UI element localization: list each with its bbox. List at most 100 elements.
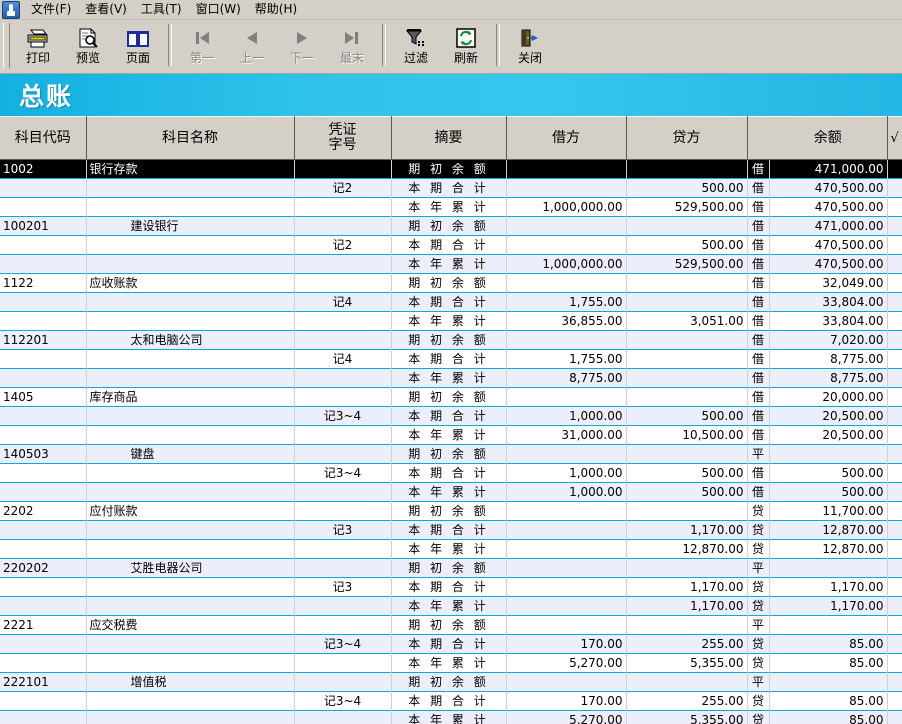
cell-abstract: 本 年 累 计 <box>391 539 507 559</box>
table-row[interactable]: 本 年 累 计 1,000.00 500.00 借 500.00 <box>0 482 902 502</box>
cell-direction: 贷 <box>747 596 770 616</box>
cell-account-code: 220202 <box>0 558 87 578</box>
menu-window[interactable]: 窗口(W) <box>189 1 248 19</box>
table-row[interactable]: 100201 建设银行 期 初 余 额 借 471,000.00 <box>0 216 902 236</box>
cell-abstract: 期 初 余 额 <box>391 672 507 692</box>
cell-abstract: 本 年 累 计 <box>391 254 507 274</box>
table-row[interactable]: 记3~4 本 期 合 计 1,000.00 500.00 借 500.00 <box>0 463 902 483</box>
cell-balance: 470,500.00 <box>769 197 888 217</box>
cell-check-mark <box>887 311 902 331</box>
cell-credit <box>626 330 748 350</box>
toolbar-button-label: 关闭 <box>517 51 542 65</box>
toolbar-button-page-setup[interactable]: 页面 <box>113 22 163 71</box>
menu-file[interactable]: 文件(F) <box>24 1 78 19</box>
toolbar-button-printer[interactable]: 打印 <box>13 22 63 71</box>
table-row[interactable]: 本 年 累 计 12,870.00 贷 12,870.00 <box>0 539 902 559</box>
cell-debit: 5,270.00 <box>506 653 627 673</box>
column-header-debit[interactable]: 借方 <box>506 116 627 160</box>
table-row[interactable]: 1002 银行存款 期 初 余 额 借 471,000.00 <box>0 159 902 179</box>
table-row[interactable]: 本 年 累 计 5,270.00 5,355.00 贷 85.00 <box>0 653 902 673</box>
cell-abstract: 本 期 合 计 <box>391 634 507 654</box>
column-header-abstract[interactable]: 摘要 <box>391 116 507 160</box>
cell-account-name <box>86 691 295 711</box>
table-row[interactable]: 1405 库存商品 期 初 余 额 借 20,000.00 <box>0 387 902 407</box>
menu-help[interactable]: 帮助(H) <box>248 1 304 19</box>
cell-account-code <box>0 254 87 274</box>
cell-account-code: 2202 <box>0 501 87 521</box>
toolbar-button-label: 上一 <box>239 51 264 65</box>
column-header-name[interactable]: 科目名称 <box>86 116 295 160</box>
table-row[interactable]: 本 年 累 计 5,270.00 5,355.00 贷 85.00 <box>0 710 902 724</box>
table-row[interactable]: 1122 应收账款 期 初 余 额 借 32,049.00 <box>0 273 902 293</box>
cell-debit: 8,775.00 <box>506 368 627 388</box>
table-row[interactable]: 记4 本 期 合 计 1,755.00 借 8,775.00 <box>0 349 902 369</box>
cell-voucher-no: 记3 <box>293 577 392 597</box>
cell-check-mark <box>887 444 902 464</box>
table-row[interactable]: 220202 艾胜电器公司 期 初 余 额 平 <box>0 558 902 578</box>
cell-account-code <box>0 710 87 724</box>
table-row[interactable]: 140503 键盘 期 初 余 额 平 <box>0 444 902 464</box>
cell-direction: 借 <box>747 178 770 198</box>
cell-credit <box>626 558 748 578</box>
toolbar-button-refresh[interactable]: 刷新 <box>441 22 491 71</box>
cell-debit <box>506 216 627 236</box>
cell-balance: 470,500.00 <box>769 235 888 255</box>
cell-direction: 贷 <box>747 634 770 654</box>
table-row[interactable]: 本 年 累 计 1,000,000.00 529,500.00 借 470,500.00 <box>0 254 902 274</box>
cell-balance: 8,775.00 <box>769 349 888 369</box>
table-row[interactable]: 222101 增值税 期 初 余 额 平 <box>0 672 902 692</box>
toolbar-button-print-preview[interactable]: 预览 <box>63 22 113 71</box>
column-header-check[interactable]: √ <box>887 116 902 160</box>
table-row[interactable]: 本 年 累 计 31,000.00 10,500.00 借 20,500.00 <box>0 425 902 445</box>
column-header-code[interactable]: 科目代码 <box>0 116 87 160</box>
column-header-balance[interactable]: 余额 <box>769 116 888 160</box>
table-row[interactable]: 记3~4 本 期 合 计 1,000.00 500.00 借 20,500.00 <box>0 406 902 426</box>
toolbar-button-filter[interactable]: 过滤 <box>391 22 441 71</box>
cell-account-code: 140503 <box>0 444 87 464</box>
table-row[interactable]: 记3~4 本 期 合 计 170.00 255.00 贷 85.00 <box>0 691 902 711</box>
column-header-credit[interactable]: 贷方 <box>626 116 748 160</box>
table-row[interactable]: 记3 本 期 合 计 1,170.00 贷 12,870.00 <box>0 520 902 540</box>
cell-direction: 贷 <box>747 539 770 559</box>
page-banner: 总账 <box>0 74 902 116</box>
cell-check-mark <box>887 691 902 711</box>
toolbar-button-exit-door[interactable]: 关闭 <box>505 22 555 71</box>
cell-credit: 500.00 <box>626 235 748 255</box>
table-row[interactable]: 本 年 累 计 36,855.00 3,051.00 借 33,804.00 <box>0 311 902 331</box>
cell-debit: 1,755.00 <box>506 349 627 369</box>
menu-view[interactable]: 查看(V) <box>78 1 134 19</box>
cell-debit <box>506 273 627 293</box>
table-row[interactable]: 记2 本 期 合 计 500.00 借 470,500.00 <box>0 235 902 255</box>
cell-voucher-no: 记3~4 <box>293 691 392 711</box>
cell-credit <box>626 501 748 521</box>
table-row[interactable]: 记3 本 期 合 计 1,170.00 贷 1,170.00 <box>0 577 902 597</box>
cell-balance: 32,049.00 <box>769 273 888 293</box>
cell-check-mark <box>887 349 902 369</box>
table-row[interactable]: 本 年 累 计 8,775.00 借 8,775.00 <box>0 368 902 388</box>
app-icon <box>2 0 20 19</box>
ledger-grid-container[interactable]: 科目代码 科目名称 凭证 字号 摘要 借方 贷方 余额 √ 1002 银行存款期 初 余 额借 47… <box>0 116 902 724</box>
toolbar-grip[interactable] <box>3 23 10 68</box>
table-row[interactable]: 记3~4 本 期 合 计 170.00 255.00 贷 85.00 <box>0 634 902 654</box>
cell-abstract: 本 期 合 计 <box>391 520 507 540</box>
cell-account-code: 2221 <box>0 615 87 635</box>
cell-balance: 20,000.00 <box>769 387 888 407</box>
toolbar-button-prev-record: 上一 <box>227 22 277 71</box>
table-row[interactable]: 记2 本 期 合 计 500.00 借 470,500.00 <box>0 178 902 198</box>
cell-account-name: 艾胜电器公司 <box>86 558 295 578</box>
cell-credit <box>626 672 748 692</box>
cell-abstract: 期 初 余 额 <box>391 444 507 464</box>
table-row[interactable]: 记4 本 期 合 计 1,755.00 借 33,804.00 <box>0 292 902 312</box>
cell-check-mark <box>887 216 902 236</box>
table-row[interactable]: 112201 太和电脑公司 期 初 余 额 借 7,020.00 <box>0 330 902 350</box>
table-row[interactable]: 2202 应付账款 期 初 余 额 贷 11,700.00 <box>0 501 902 521</box>
table-row[interactable]: 本 年 累 计 1,000,000.00 529,500.00 借 470,500.00 <box>0 197 902 217</box>
cell-account-name: 应收账款 <box>86 273 295 293</box>
menu-tools[interactable]: 工具(T) <box>134 1 189 19</box>
cell-check-mark <box>887 292 902 312</box>
cell-debit <box>506 501 627 521</box>
column-header-voucher[interactable]: 凭证 字号 <box>293 116 392 160</box>
table-row[interactable]: 2221 应交税费 期 初 余 额 平 <box>0 615 902 635</box>
table-row[interactable]: 本 年 累 计 1,170.00 贷 1,170.00 <box>0 596 902 616</box>
cell-direction: 平 <box>747 615 770 635</box>
